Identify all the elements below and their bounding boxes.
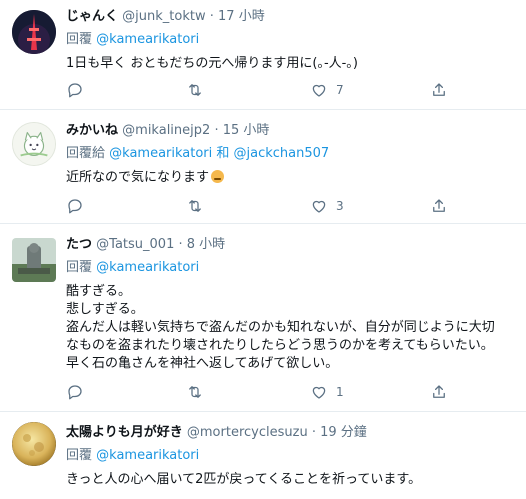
display-name[interactable]: 太陽よりも月が好き — [66, 425, 183, 440]
share-icon — [433, 83, 445, 96]
mention-link[interactable]: @jackchan507 — [234, 146, 330, 161]
tower-night-avatar — [12, 10, 56, 54]
tweet-item[interactable]: みかいね @mikalinejp2 · 15 小時 回覆給 @kamearika… — [0, 110, 526, 224]
share-icon — [433, 385, 445, 398]
reply-prefix: 回覆 — [66, 448, 97, 463]
tweet-actions: 3 — [66, 196, 446, 218]
statue-photo-avatar — [12, 238, 56, 282]
share-icon — [433, 199, 445, 212]
display-name[interactable]: じゃんく — [66, 9, 118, 24]
reply-prefix: 回覆 — [66, 260, 97, 275]
separator-dot: · — [209, 9, 214, 24]
worried-face-emoji-icon — [211, 170, 225, 183]
tweet-text: 近所なので気になります — [66, 169, 516, 187]
heart-icon — [312, 200, 326, 213]
share-button[interactable] — [430, 80, 448, 100]
timestamp[interactable]: 15 小時 — [223, 123, 270, 138]
avatar[interactable] — [12, 422, 56, 466]
mention-link[interactable]: @kamearikatori — [109, 146, 212, 161]
share-button[interactable] — [430, 382, 448, 402]
tweet-actions: 7 — [66, 80, 446, 102]
cat-illustration-avatar — [13, 123, 55, 165]
reply-icon — [68, 199, 82, 214]
retweet-icon — [189, 386, 201, 398]
display-name[interactable]: みかいね — [66, 123, 118, 138]
reply-button[interactable] — [66, 382, 92, 402]
reply-icon — [68, 385, 82, 400]
tweet-item[interactable]: たつ @Tatsu_001 · 8 小時 回覆 @kamearikatori 酷… — [0, 224, 526, 412]
retweet-button[interactable] — [186, 80, 212, 100]
tweet-text-content: 近所なので気になります — [66, 170, 210, 185]
mention-link[interactable]: @kamearikatori — [96, 260, 199, 275]
separator-dot: · — [214, 123, 219, 138]
tweet-text: 1日も早く おともだちの元へ帰ります用に(｡-人-｡) — [66, 56, 358, 71]
user-handle[interactable]: @mortercyclesuzu — [187, 425, 308, 440]
display-name[interactable]: たつ — [66, 237, 92, 252]
tweet-actions: 1 — [66, 382, 446, 404]
reply-prefix: 回覆 — [66, 32, 97, 47]
avatar[interactable] — [12, 10, 56, 54]
user-handle[interactable]: @junk_toktw — [122, 9, 205, 24]
reply-context: 回覆 @kamearikatori — [66, 31, 516, 49]
heart-icon — [312, 84, 326, 97]
share-button[interactable] — [430, 196, 448, 216]
reply-context: 回覆 @kamearikatori — [66, 447, 516, 465]
separator-dot: · — [311, 425, 316, 440]
retweet-icon — [189, 200, 201, 212]
reply-icon — [68, 83, 82, 98]
like-count: 3 — [336, 199, 344, 213]
reply-prefix: 回覆給 — [66, 146, 110, 161]
reply-context: 回覆給 @kamearikatori 和 @jackchan507 — [66, 145, 516, 163]
retweet-button[interactable] — [186, 196, 212, 216]
user-handle[interactable]: @mikalinejp2 — [122, 123, 210, 138]
tweet-header: たつ @Tatsu_001 · 8 小時 — [66, 236, 516, 254]
retweet-icon — [189, 84, 201, 96]
avatar[interactable] — [12, 238, 56, 282]
tweet-header: みかいね @mikalinejp2 · 15 小時 — [66, 122, 516, 140]
user-handle[interactable]: @Tatsu_001 — [96, 237, 174, 252]
mention-link[interactable]: @kamearikatori — [96, 448, 199, 463]
tweet-header: 太陽よりも月が好き @mortercyclesuzu · 19 分鐘 — [66, 424, 516, 442]
reply-button[interactable] — [66, 80, 92, 100]
timestamp[interactable]: 17 小時 — [218, 9, 265, 24]
retweet-button[interactable] — [186, 382, 212, 402]
timestamp[interactable]: 8 小時 — [187, 237, 225, 252]
timestamp[interactable]: 19 分鐘 — [320, 425, 367, 440]
heart-icon — [312, 386, 326, 399]
like-button[interactable]: 1 — [310, 382, 344, 402]
reply-button[interactable] — [66, 196, 92, 216]
full-moon-avatar — [12, 422, 56, 466]
separator-dot: · — [178, 237, 183, 252]
like-count: 1 — [336, 385, 344, 399]
mention-link[interactable]: @kamearikatori — [96, 32, 199, 47]
tweet-item[interactable]: 太陽よりも月が好き @mortercyclesuzu · 19 分鐘 回覆 @k… — [0, 412, 526, 499]
reply-context: 回覆 @kamearikatori — [66, 259, 516, 277]
tweet-header: じゃんく @junk_toktw · 17 小時 — [66, 8, 516, 26]
tweet-text: きっと人の心へ届いて2匹が戻ってくることを祈っています。 — [66, 472, 422, 487]
like-button[interactable]: 3 — [310, 196, 344, 216]
avatar[interactable] — [12, 122, 56, 166]
tweet-text: 酷すぎる。 悲しすぎる。 盗んだ人は軽い気持ちで盗んだのかも知れないが、自分が同… — [66, 284, 495, 371]
like-count: 7 — [336, 83, 344, 97]
like-button[interactable]: 7 — [310, 80, 344, 100]
tweet-item[interactable]: じゃんく @junk_toktw · 17 小時 回覆 @kamearikato… — [0, 0, 526, 110]
mention-joiner: 和 — [212, 146, 234, 161]
